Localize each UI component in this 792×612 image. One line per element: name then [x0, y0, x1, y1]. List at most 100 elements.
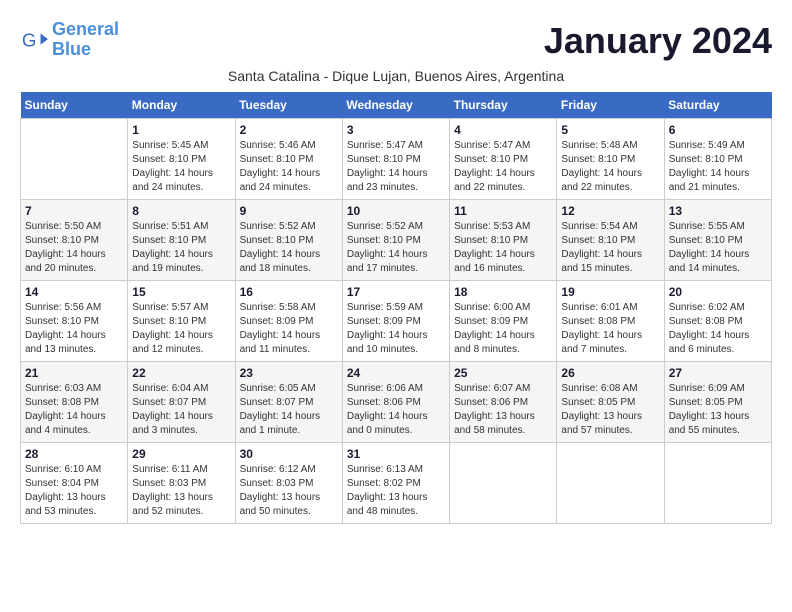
day-number: 9: [240, 204, 338, 218]
calendar-cell: 7 Sunrise: 5:50 AMSunset: 8:10 PMDaylight…: [21, 200, 128, 281]
calendar-cell: 10Sunrise: 5:52 AMSunset: 8:10 PMDayligh…: [342, 200, 449, 281]
calendar-cell: 26Sunrise: 6:08 AMSunset: 8:05 PMDayligh…: [557, 362, 664, 443]
calendar-cell: 18 Sunrise: 6:00 AMSunset: 8:09 PMDayligh…: [450, 281, 557, 362]
calendar-cell: 28 Sunrise: 6:10 AMSunset: 8:04 PMDayligh…: [21, 443, 128, 524]
calendar-cell: 16Sunrise: 5:58 AMSunset: 8:09 PMDayligh…: [235, 281, 342, 362]
day-info: Sunrise: 5:58 AMSunset: 8:09 PMDaylight:…: [240, 301, 338, 357]
calendar-cell: [557, 443, 664, 524]
day-number: 12: [561, 204, 659, 218]
day-info: Sunrise: 6:11 AMSunset: 8:03 PMDaylight:…: [132, 463, 230, 519]
day-info: Sunrise: 6:04 AMSunset: 8:07 PMDaylight:…: [132, 382, 230, 438]
day-info: Sunrise: 5:46 AMSunset: 8:10 PMDaylight:…: [240, 139, 338, 195]
week-row-3: 14 Sunrise: 5:56 AMSunset: 8:10 PMDayligh…: [21, 281, 772, 362]
calendar-cell: 12 Sunrise: 5:54 AMSunset: 8:10 PMDayligh…: [557, 200, 664, 281]
day-info: Sunrise: 5:47 AMSunset: 8:10 PMDaylight:…: [347, 139, 445, 195]
day-number: 27: [669, 366, 767, 380]
calendar-cell: 13Sunrise: 5:55 AMSunset: 8:10 PMDayligh…: [664, 200, 771, 281]
day-info: Sunrise: 5:54 AMSunset: 8:10 PMDaylight:…: [561, 220, 659, 276]
week-row-4: 21 Sunrise: 6:03 AMSunset: 8:08 PMDayligh…: [21, 362, 772, 443]
calendar-cell: 11 Sunrise: 5:53 AMSunset: 8:10 PMDayligh…: [450, 200, 557, 281]
day-number: 29: [132, 447, 230, 461]
svg-text:G: G: [22, 29, 37, 50]
calendar-cell: 25 Sunrise: 6:07 AMSunset: 8:06 PMDayligh…: [450, 362, 557, 443]
calendar-cell: 9 Sunrise: 5:52 AMSunset: 8:10 PMDaylight…: [235, 200, 342, 281]
day-number: 15: [132, 285, 230, 299]
day-number: 10: [347, 204, 445, 218]
week-row-2: 7 Sunrise: 5:50 AMSunset: 8:10 PMDaylight…: [21, 200, 772, 281]
day-number: 13: [669, 204, 767, 218]
calendar-cell: 29 Sunrise: 6:11 AMSunset: 8:03 PMDayligh…: [128, 443, 235, 524]
calendar-cell: 4Sunrise: 5:47 AMSunset: 8:10 PMDaylight…: [450, 119, 557, 200]
day-info: Sunrise: 5:51 AMSunset: 8:10 PMDaylight:…: [132, 220, 230, 276]
day-info: Sunrise: 5:57 AMSunset: 8:10 PMDaylight:…: [132, 301, 230, 357]
calendar-cell: 6 Sunrise: 5:49 AMSunset: 8:10 PMDaylight…: [664, 119, 771, 200]
week-row-1: 1 Sunrise: 5:45 AMSunset: 8:10 PMDaylight…: [21, 119, 772, 200]
day-number: 17: [347, 285, 445, 299]
day-number: 25: [454, 366, 552, 380]
header-cell-saturday: Saturday: [664, 92, 771, 119]
day-number: 23: [240, 366, 338, 380]
day-info: Sunrise: 6:00 AMSunset: 8:09 PMDaylight:…: [454, 301, 552, 357]
calendar-cell: 30 Sunrise: 6:12 AMSunset: 8:03 PMDayligh…: [235, 443, 342, 524]
page-header: G General Blue January 2024: [20, 20, 772, 62]
calendar-cell: 15 Sunrise: 5:57 AMSunset: 8:10 PMDayligh…: [128, 281, 235, 362]
day-number: 30: [240, 447, 338, 461]
logo-text: General Blue: [52, 20, 119, 60]
day-number: 31: [347, 447, 445, 461]
day-info: Sunrise: 5:59 AMSunset: 8:09 PMDaylight:…: [347, 301, 445, 357]
logo: G General Blue: [20, 20, 119, 60]
day-number: 22: [132, 366, 230, 380]
day-info: Sunrise: 5:45 AMSunset: 8:10 PMDaylight:…: [132, 139, 230, 195]
day-info: Sunrise: 5:50 AMSunset: 8:10 PMDaylight:…: [25, 220, 123, 276]
day-number: 6: [669, 123, 767, 137]
day-number: 19: [561, 285, 659, 299]
day-info: Sunrise: 5:52 AMSunset: 8:10 PMDaylight:…: [240, 220, 338, 276]
day-number: 21: [25, 366, 123, 380]
day-number: 11: [454, 204, 552, 218]
day-info: Sunrise: 6:01 AMSunset: 8:08 PMDaylight:…: [561, 301, 659, 357]
calendar-cell: 19 Sunrise: 6:01 AMSunset: 8:08 PMDayligh…: [557, 281, 664, 362]
calendar-cell: [450, 443, 557, 524]
day-info: Sunrise: 6:09 AMSunset: 8:05 PMDaylight:…: [669, 382, 767, 438]
calendar-cell: 5Sunrise: 5:48 AMSunset: 8:10 PMDaylight…: [557, 119, 664, 200]
day-info: Sunrise: 6:12 AMSunset: 8:03 PMDaylight:…: [240, 463, 338, 519]
day-number: 14: [25, 285, 123, 299]
day-info: Sunrise: 6:05 AMSunset: 8:07 PMDaylight:…: [240, 382, 338, 438]
calendar-cell: 3Sunrise: 5:47 AMSunset: 8:10 PMDaylight…: [342, 119, 449, 200]
calendar-cell: 2 Sunrise: 5:46 AMSunset: 8:10 PMDaylight…: [235, 119, 342, 200]
header-row: SundayMondayTuesdayWednesdayThursdayFrid…: [21, 92, 772, 119]
calendar-cell: 1 Sunrise: 5:45 AMSunset: 8:10 PMDaylight…: [128, 119, 235, 200]
day-number: 1: [132, 123, 230, 137]
day-number: 5: [561, 123, 659, 137]
day-info: Sunrise: 5:53 AMSunset: 8:10 PMDaylight:…: [454, 220, 552, 276]
day-number: 8: [132, 204, 230, 218]
day-number: 4: [454, 123, 552, 137]
day-info: Sunrise: 5:49 AMSunset: 8:10 PMDaylight:…: [669, 139, 767, 195]
day-info: Sunrise: 6:10 AMSunset: 8:04 PMDaylight:…: [25, 463, 123, 519]
calendar-cell: 23 Sunrise: 6:05 AMSunset: 8:07 PMDayligh…: [235, 362, 342, 443]
day-number: 2: [240, 123, 338, 137]
header-cell-wednesday: Wednesday: [342, 92, 449, 119]
calendar-cell: [664, 443, 771, 524]
day-number: 18: [454, 285, 552, 299]
day-info: Sunrise: 6:08 AMSunset: 8:05 PMDaylight:…: [561, 382, 659, 438]
day-info: Sunrise: 6:03 AMSunset: 8:08 PMDaylight:…: [25, 382, 123, 438]
header-cell-thursday: Thursday: [450, 92, 557, 119]
header-cell-monday: Monday: [128, 92, 235, 119]
day-number: 7: [25, 204, 123, 218]
day-info: Sunrise: 6:06 AMSunset: 8:06 PMDaylight:…: [347, 382, 445, 438]
header-cell-friday: Friday: [557, 92, 664, 119]
calendar-cell: 14 Sunrise: 5:56 AMSunset: 8:10 PMDayligh…: [21, 281, 128, 362]
day-info: Sunrise: 6:13 AMSunset: 8:02 PMDaylight:…: [347, 463, 445, 519]
day-info: Sunrise: 5:56 AMSunset: 8:10 PMDaylight:…: [25, 301, 123, 357]
day-number: 24: [347, 366, 445, 380]
calendar-cell: 22 Sunrise: 6:04 AMSunset: 8:07 PMDayligh…: [128, 362, 235, 443]
day-info: Sunrise: 6:02 AMSunset: 8:08 PMDaylight:…: [669, 301, 767, 357]
calendar-cell: 31 Sunrise: 6:13 AMSunset: 8:02 PMDayligh…: [342, 443, 449, 524]
day-info: Sunrise: 6:07 AMSunset: 8:06 PMDaylight:…: [454, 382, 552, 438]
day-number: 28: [25, 447, 123, 461]
header-cell-tuesday: Tuesday: [235, 92, 342, 119]
calendar-table: SundayMondayTuesdayWednesdayThursdayFrid…: [20, 92, 772, 524]
subtitle: Santa Catalina - Dique Lujan, Buenos Air…: [20, 68, 772, 84]
week-row-5: 28 Sunrise: 6:10 AMSunset: 8:04 PMDayligh…: [21, 443, 772, 524]
